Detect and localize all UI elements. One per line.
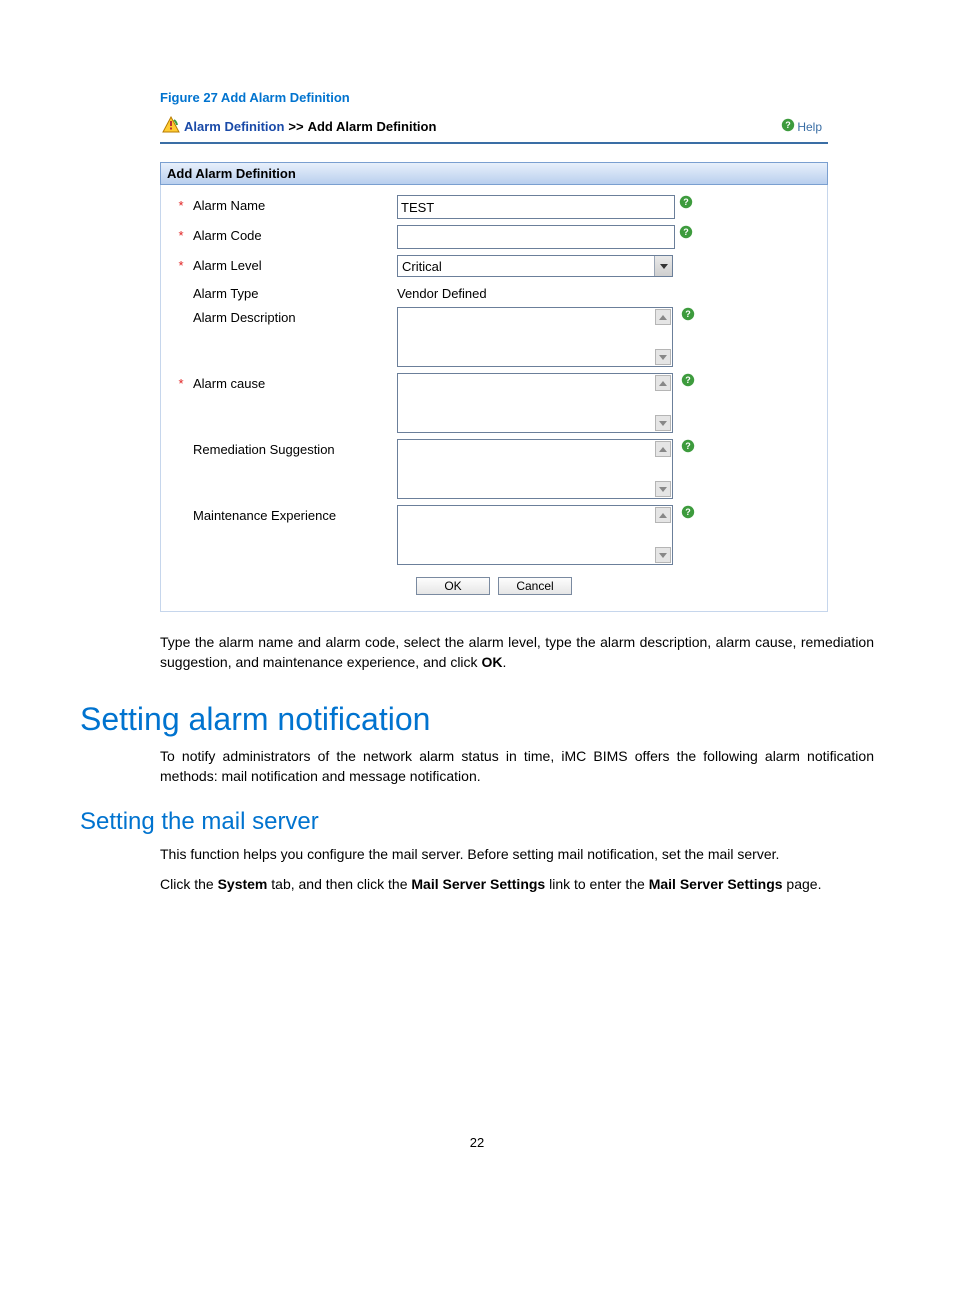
svg-text:?: ?: [683, 197, 689, 207]
field-help-icon[interactable]: ?: [679, 195, 693, 209]
alarm-level-value: Critical: [398, 259, 654, 274]
label-alarm-description: Alarm Description: [193, 310, 296, 325]
page-number: 22: [80, 1135, 874, 1150]
field-help-icon[interactable]: ?: [681, 505, 695, 519]
alarm-code-input[interactable]: [397, 225, 675, 249]
label-alarm-cause: Alarm cause: [193, 376, 265, 391]
paragraph: Click the System tab, and then click the…: [160, 874, 874, 894]
help-link-text: Help: [797, 120, 822, 134]
breadcrumb-separator: >>: [288, 119, 303, 134]
chevron-down-icon: [654, 256, 672, 276]
alarm-type-value: Vendor Defined: [397, 283, 487, 301]
alarm-name-input[interactable]: [397, 195, 675, 219]
help-icon: ?: [781, 118, 795, 135]
field-help-icon[interactable]: ?: [681, 373, 695, 387]
field-help-icon[interactable]: ?: [679, 225, 693, 239]
remediation-textarea[interactable]: [397, 439, 673, 499]
paragraph: To notify administrators of the network …: [160, 746, 874, 787]
field-help-icon[interactable]: ?: [681, 439, 695, 453]
alarm-level-select[interactable]: Critical: [397, 255, 673, 277]
svg-text:?: ?: [685, 375, 691, 385]
label-maintenance-experience: Maintenance Experience: [193, 508, 336, 523]
cancel-button[interactable]: Cancel: [498, 577, 572, 595]
breadcrumb: Alarm Definition >> Add Alarm Definition…: [160, 113, 828, 144]
scroll-down-icon[interactable]: [655, 481, 671, 497]
help-link[interactable]: ? Help: [781, 118, 822, 135]
scroll-up-icon[interactable]: [655, 375, 671, 391]
alarm-cause-textarea[interactable]: [397, 373, 673, 433]
svg-text:?: ?: [685, 309, 691, 319]
paragraph: Type the alarm name and alarm code, sele…: [160, 632, 874, 673]
paragraph: This function helps you configure the ma…: [160, 844, 874, 864]
breadcrumb-current: Add Alarm Definition: [308, 119, 437, 134]
form-body: *Alarm Name ? *Alarm Code ? *Alarm Level…: [160, 185, 828, 612]
scroll-up-icon[interactable]: [655, 441, 671, 457]
label-remediation-suggestion: Remediation Suggestion: [193, 442, 335, 457]
scroll-down-icon[interactable]: [655, 547, 671, 563]
ok-button[interactable]: OK: [416, 577, 490, 595]
label-alarm-code: Alarm Code: [193, 228, 262, 243]
figure-caption: Figure 27 Add Alarm Definition: [160, 90, 874, 105]
maintenance-textarea[interactable]: [397, 505, 673, 565]
label-alarm-name: Alarm Name: [193, 198, 265, 213]
heading-setting-mail-server: Setting the mail server: [80, 808, 874, 836]
alarm-description-textarea[interactable]: [397, 307, 673, 367]
label-alarm-type: Alarm Type: [193, 286, 259, 301]
svg-text:?: ?: [685, 441, 691, 451]
scroll-down-icon[interactable]: [655, 415, 671, 431]
alarm-icon: [162, 116, 180, 137]
svg-text:?: ?: [685, 507, 691, 517]
svg-text:?: ?: [683, 227, 689, 237]
scroll-down-icon[interactable]: [655, 349, 671, 365]
heading-setting-alarm-notification: Setting alarm notification: [80, 701, 874, 738]
scroll-up-icon[interactable]: [655, 309, 671, 325]
section-header: Add Alarm Definition: [160, 162, 828, 185]
scroll-up-icon[interactable]: [655, 507, 671, 523]
svg-text:?: ?: [786, 120, 792, 130]
field-help-icon[interactable]: ?: [681, 307, 695, 321]
breadcrumb-link-alarm-definition[interactable]: Alarm Definition: [184, 119, 284, 134]
label-alarm-level: Alarm Level: [193, 258, 262, 273]
